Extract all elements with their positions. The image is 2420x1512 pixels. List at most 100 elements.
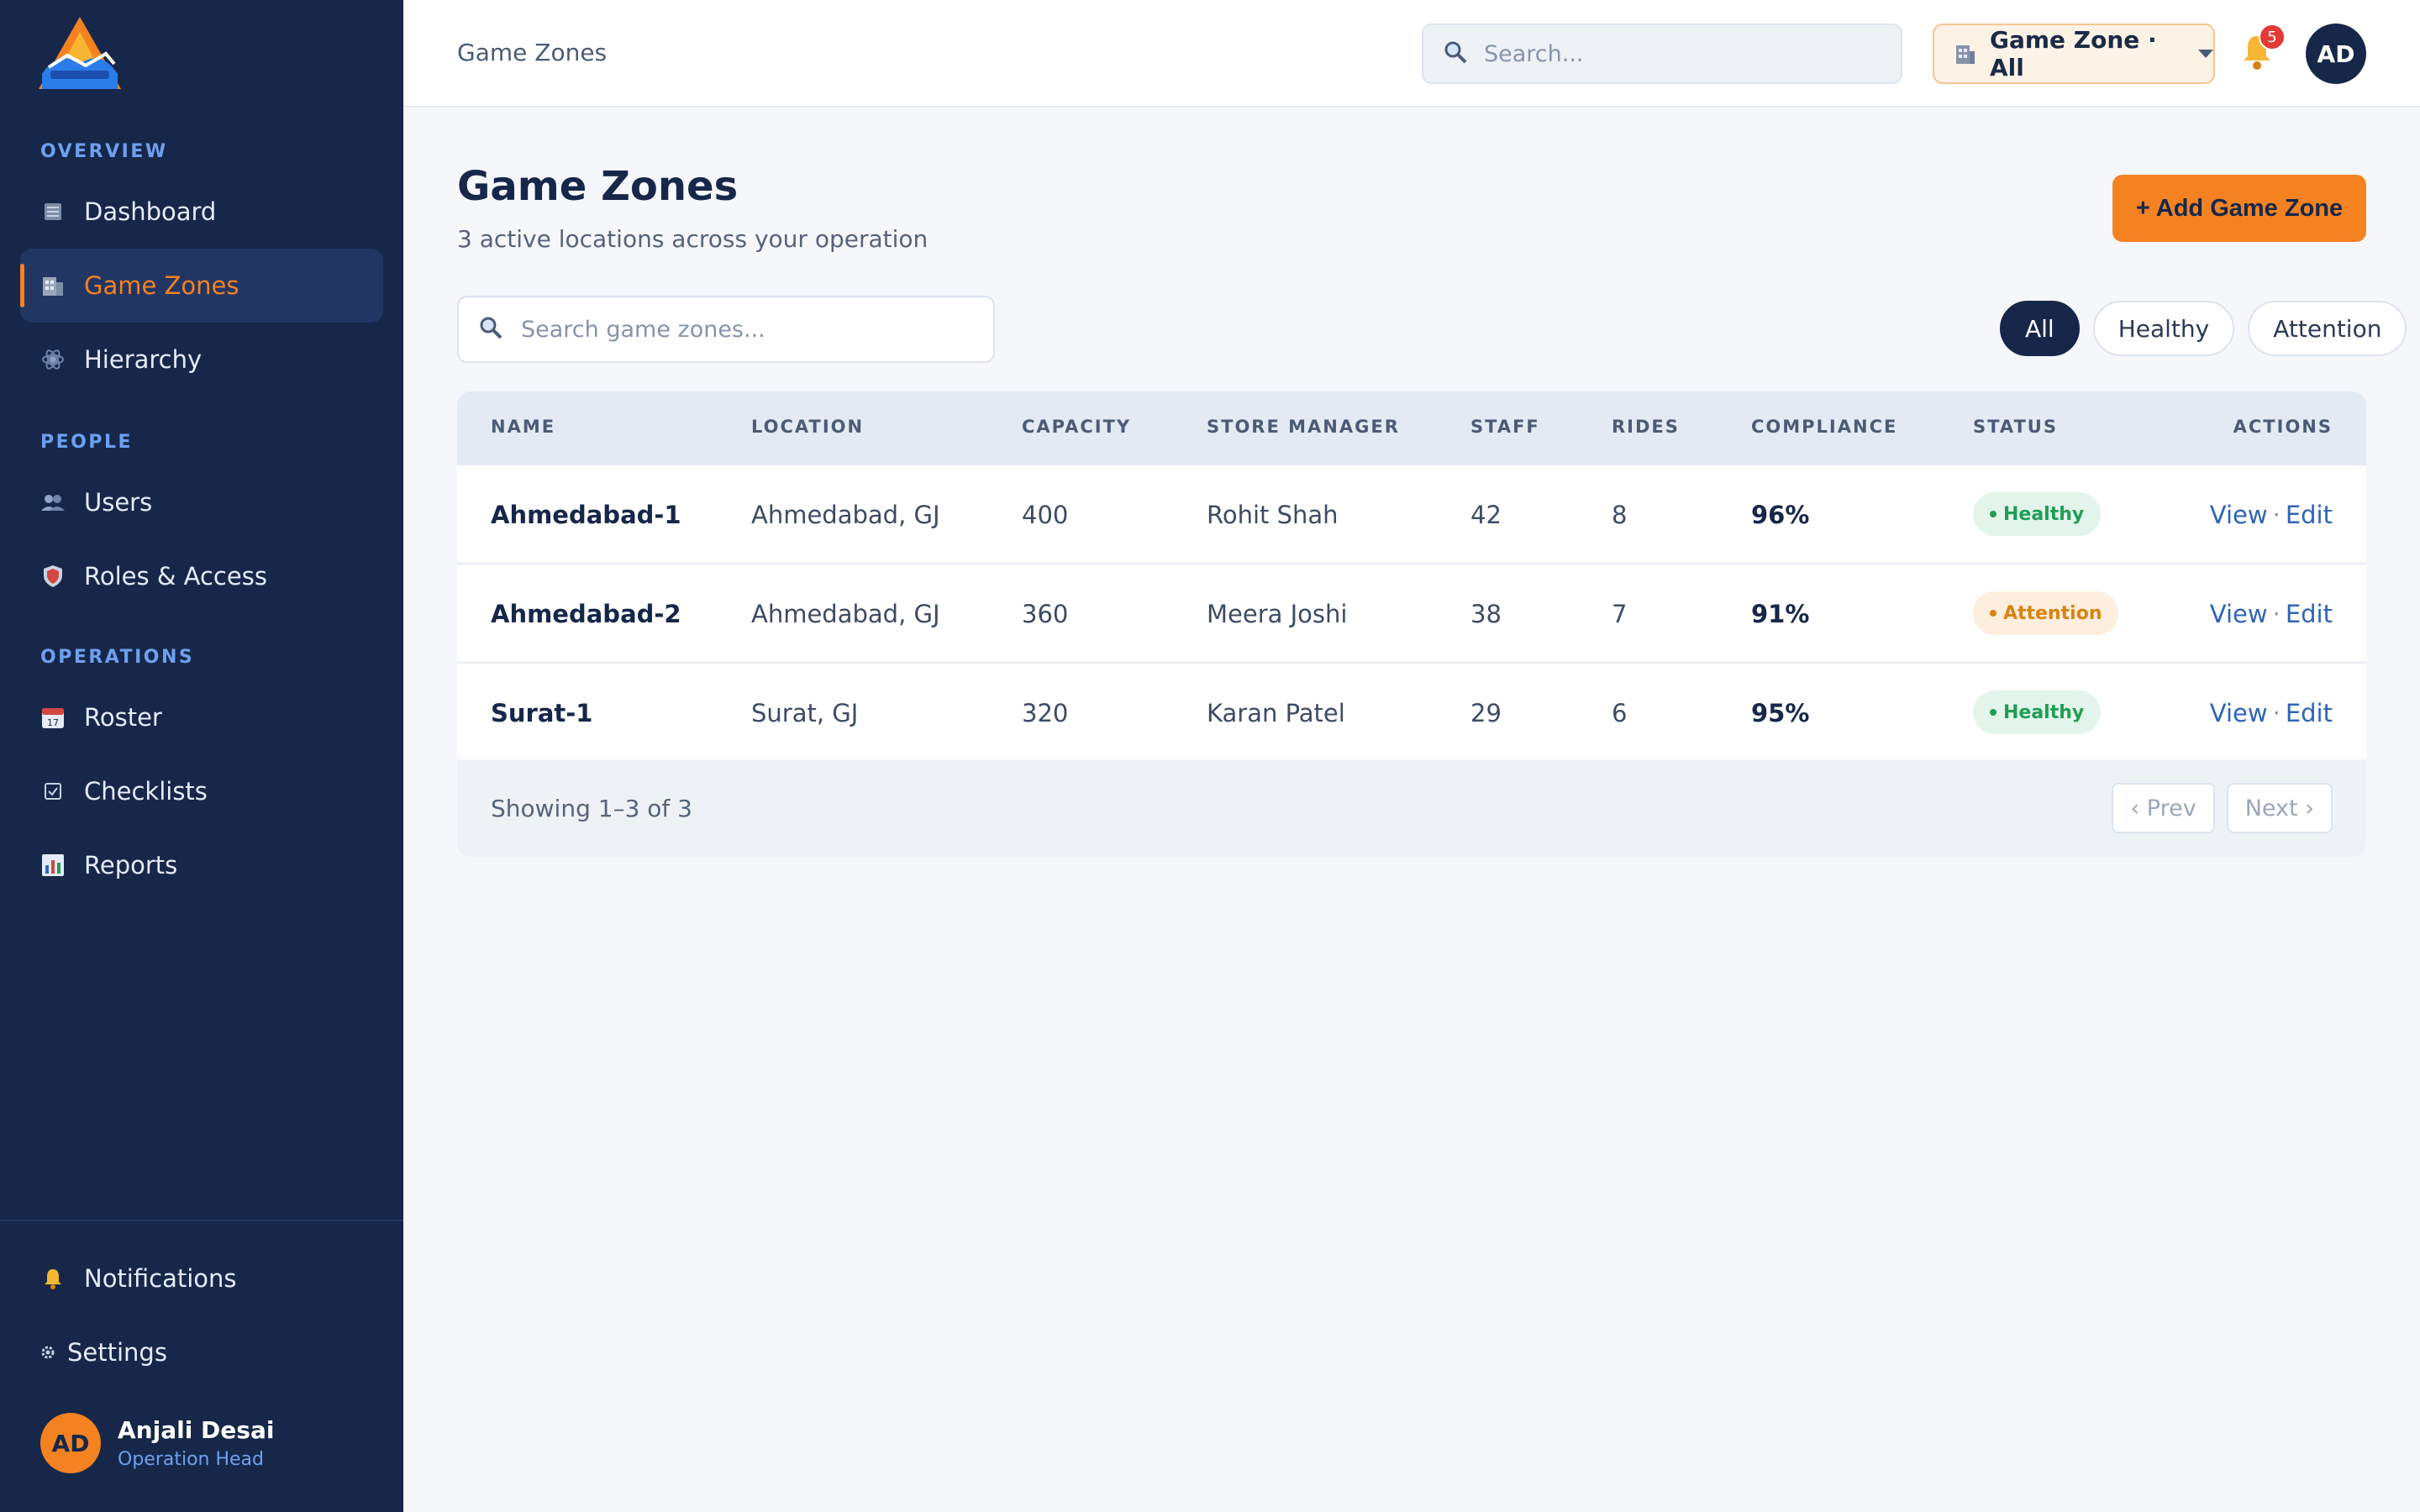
sidebar-item-label: Users — [84, 488, 153, 517]
game-zones-table: NAME LOCATION CAPACITY STORE MANAGER STA… — [457, 391, 2366, 857]
table-row[interactable]: Ahmedabad-2 Ahmedabad, GJ 360 Meera Josh… — [457, 564, 2366, 664]
zone-manager: Meera Joshi — [1207, 600, 1348, 628]
page-subtitle: 3 active locations across your operation — [457, 225, 929, 253]
zone-rides: 8 — [1612, 501, 1628, 529]
sidebar-item-settings[interactable]: Settings — [20, 1315, 383, 1389]
zone-staff: 29 — [1470, 699, 1502, 727]
sidebar-item-label: Hierarchy — [84, 345, 203, 374]
building-icon — [40, 273, 66, 298]
top-bar: Game Zones Game Zone · All 5 AD — [403, 0, 2420, 108]
zone-staff: 38 — [1470, 600, 1502, 628]
table-row[interactable]: Ahmedabad-1 Ahmedabad, GJ 400 Rohit Shah… — [457, 465, 2366, 564]
edit-link[interactable]: Edit — [2286, 501, 2333, 529]
users-icon — [40, 490, 66, 515]
sidebar-divider — [0, 1220, 403, 1221]
section-label-operations: OPERATIONS — [40, 647, 195, 668]
zone-rides: 6 — [1612, 699, 1628, 727]
column-header-compliance[interactable]: COMPLIANCE — [1751, 417, 1897, 437]
column-header-name[interactable]: NAME — [491, 417, 555, 437]
zone-name: Ahmedabad-1 — [491, 501, 681, 529]
view-link[interactable]: View — [2210, 501, 2268, 529]
zone-location: Surat, GJ — [751, 699, 859, 727]
edit-link[interactable]: Edit — [2286, 600, 2333, 628]
view-link[interactable]: View — [2210, 600, 2268, 628]
column-header-staff[interactable]: STAFF — [1470, 417, 1540, 437]
search-icon — [1444, 40, 1467, 67]
add-game-zone-button[interactable]: + Add Game Zone — [2112, 175, 2366, 242]
zone-location: Ahmedabad, GJ — [751, 600, 940, 628]
breadcrumb: Game Zones — [457, 39, 608, 66]
sidebar-item-roster[interactable]: 17 Roster — [20, 680, 383, 754]
user-role: Operation Head — [118, 1449, 265, 1470]
avatar: AD — [40, 1413, 101, 1473]
column-header-rides[interactable]: RIDES — [1612, 417, 1680, 437]
sidebar-item-checklists[interactable]: Checklists — [20, 754, 383, 828]
next-page-button[interactable]: Next › — [2226, 783, 2333, 833]
brand-logo[interactable] — [34, 15, 126, 92]
sidebar-item-users[interactable]: Users — [20, 465, 383, 539]
pagination: ‹ Prev Next › — [2112, 783, 2333, 833]
prev-page-button[interactable]: ‹ Prev — [2112, 783, 2215, 833]
chart-icon — [40, 853, 66, 878]
zone-compliance: 96% — [1751, 501, 1810, 529]
status-badge: Healthy — [1973, 690, 2102, 734]
sidebar-item-notifications[interactable]: Notifications — [20, 1242, 383, 1315]
column-header-location[interactable]: LOCATION — [751, 417, 864, 437]
sidebar-item-game-zones[interactable]: Game Zones — [20, 249, 383, 323]
sidebar-item-label: Dashboard — [84, 197, 217, 226]
row-actions: View · Edit — [2209, 501, 2333, 529]
sidebar-item-label: Checklists — [84, 777, 208, 806]
shield-icon — [40, 564, 66, 589]
sidebar-item-label: Settings — [67, 1338, 167, 1367]
filter-all[interactable]: All — [2000, 301, 2080, 356]
zone-manager: Karan Patel — [1207, 699, 1345, 727]
zone-compliance: 91% — [1751, 600, 1810, 628]
dashboard-icon — [40, 199, 66, 224]
column-header-status[interactable]: STATUS — [1973, 417, 2058, 437]
zone-rides: 7 — [1612, 600, 1628, 628]
sidebar-item-hierarchy[interactable]: Hierarchy — [20, 323, 383, 396]
zone-name: Ahmedabad-2 — [491, 600, 681, 628]
filter-healthy[interactable]: Healthy — [2092, 301, 2235, 356]
section-label-people: PEOPLE — [40, 432, 134, 453]
page-title: Game Zones — [457, 163, 739, 210]
user-profile[interactable]: AD Anjali Desai Operation Head — [40, 1413, 274, 1473]
row-actions: View · Edit — [2209, 699, 2333, 727]
sidebar-item-label: Roles & Access — [84, 562, 267, 591]
zone-selector-dropdown[interactable]: Game Zone · All — [1933, 24, 2215, 84]
zone-manager: Rohit Shah — [1207, 501, 1339, 529]
table-search-input[interactable] — [521, 316, 992, 343]
sidebar: OVERVIEW Dashboard Game Zones Hierarchy … — [0, 0, 403, 1512]
table-row[interactable]: Surat-1 Surat, GJ 320 Karan Patel 29 6 9… — [457, 664, 2366, 763]
sidebar-item-roles-access[interactable]: Roles & Access — [20, 539, 383, 613]
sidebar-item-label: Roster — [84, 703, 162, 732]
table-header: NAME LOCATION CAPACITY STORE MANAGER STA… — [457, 391, 2366, 465]
sidebar-item-reports[interactable]: Reports — [20, 828, 383, 902]
zone-compliance: 95% — [1751, 699, 1810, 727]
table-search[interactable] — [457, 296, 995, 363]
column-header-store-manager[interactable]: STORE MANAGER — [1207, 417, 1400, 437]
building-icon — [1954, 43, 1976, 65]
sidebar-item-label: Notifications — [84, 1264, 237, 1293]
edit-link[interactable]: Edit — [2286, 699, 2333, 727]
global-search[interactable] — [1422, 24, 1902, 84]
status-filter-group: All Healthy Attention — [2000, 301, 2407, 356]
zone-capacity: 360 — [1022, 600, 1069, 628]
zone-location: Ahmedabad, GJ — [751, 501, 940, 529]
sidebar-item-dashboard[interactable]: Dashboard — [20, 175, 383, 249]
filter-attention[interactable]: Attention — [2248, 301, 2407, 356]
chevron-down-icon — [2198, 50, 2213, 58]
column-header-actions: ACTIONS — [2233, 417, 2333, 437]
row-actions: View · Edit — [2209, 600, 2333, 628]
avatar[interactable]: AD — [2306, 24, 2366, 84]
bell-icon — [40, 1266, 66, 1291]
global-search-input[interactable] — [1484, 40, 1887, 67]
column-header-capacity[interactable]: CAPACITY — [1022, 417, 1131, 437]
view-link[interactable]: View — [2210, 699, 2268, 727]
notification-count-badge: 5 — [2259, 24, 2286, 50]
checklist-icon — [40, 779, 66, 804]
status-badge: Healthy — [1973, 492, 2102, 536]
svg-text:17: 17 — [47, 717, 59, 728]
section-label-overview: OVERVIEW — [40, 141, 168, 162]
calendar-icon: 17 — [40, 705, 66, 730]
